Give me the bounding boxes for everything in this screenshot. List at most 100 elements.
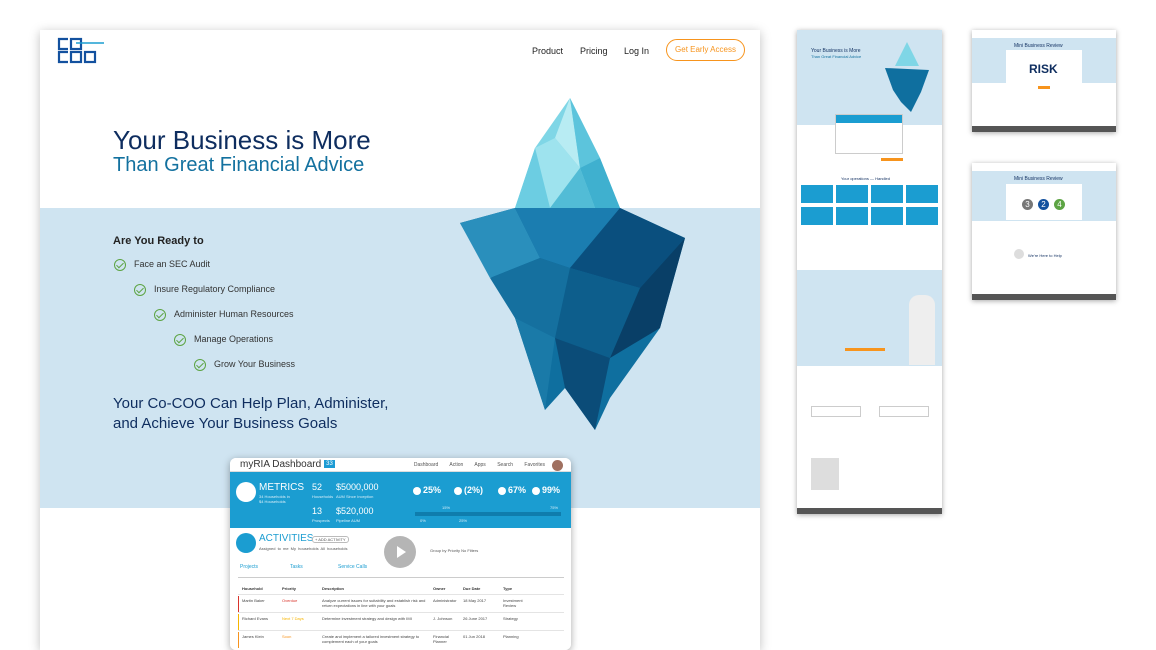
- activities-panel: ACTIVITIES + ADD ACTIVITY Assigned to me…: [230, 528, 571, 650]
- thumb-cta-2: [845, 348, 885, 351]
- thumb-subtitle: Than Great Financial Advice: [811, 54, 862, 59]
- cell-type: Investment Review: [503, 598, 523, 608]
- nav-product[interactable]: Product: [532, 46, 563, 56]
- step-label: Administer Human Resources: [174, 309, 294, 319]
- add-activity-button[interactable]: + ADD ACTIVITY: [312, 536, 349, 543]
- pct-value: 67%: [508, 485, 527, 495]
- iceberg-illustration: [460, 98, 685, 430]
- nav-pricing[interactable]: Pricing: [580, 46, 608, 56]
- thumb-cards: [801, 185, 938, 229]
- score-review-thumbnail[interactable]: Mini Business Review 3 2 4 We're Here to…: [972, 163, 1116, 300]
- pct-value: 25%: [423, 485, 442, 495]
- cell-description: Analyze current issues for suitability a…: [322, 598, 426, 608]
- alert-icon: [413, 486, 421, 495]
- thumb-card: [801, 185, 833, 203]
- thumb-card: [836, 207, 868, 225]
- step-operations: Manage Operations: [174, 332, 273, 346]
- tab-service-calls[interactable]: Service Calls: [338, 564, 367, 570]
- step-label: Grow Your Business: [214, 359, 296, 369]
- activity-filter[interactable]: Assigned to me My households All househo…: [259, 546, 348, 551]
- thumb-testimonial: [879, 406, 929, 417]
- landing-page-mockup: Product Pricing Log In Get Early Access …: [40, 30, 760, 650]
- risk-review-thumbnail[interactable]: Mini Business Review RISK: [972, 30, 1116, 132]
- thumb-card: [871, 185, 903, 203]
- step-compliance: Insure Regulatory Compliance: [134, 282, 275, 296]
- bar-pct-2: 75%: [550, 505, 559, 510]
- step-sec-audit: Face an SEC Audit: [114, 257, 210, 271]
- metrics-subtitle: 34 Households in $4 Households: [259, 494, 290, 504]
- thumb-review-title: Mini Business Review: [1014, 43, 1063, 49]
- metrics-title: METRICS: [259, 482, 304, 493]
- notification-badge: 33: [324, 460, 335, 469]
- thumb-dashboard-header: [836, 115, 902, 123]
- metrics-icon: [236, 482, 256, 502]
- dashboard-topbar: myRIA Dashboard 33 Dashboard Action Apps …: [230, 458, 571, 472]
- check-icon: [532, 486, 540, 495]
- cell-household: Martin Baker: [242, 598, 265, 603]
- activity-tabs: Projects Tasks Service Calls: [238, 564, 564, 578]
- table-row[interactable]: Richard Evans Next 7 Days Determine inve…: [238, 612, 564, 630]
- thumb-iceberg: [885, 42, 929, 112]
- activities-icon: [236, 533, 256, 553]
- thumb-dashboard: [835, 114, 903, 154]
- dashboard-preview: myRIA Dashboard 33 Dashboard Action Apps …: [230, 458, 571, 650]
- pct-3: 67%: [498, 485, 526, 495]
- cell-priority: Soon: [282, 634, 292, 639]
- thumb-card: [871, 207, 903, 225]
- priority-stripe: [238, 614, 239, 630]
- tagline-line-2: and Achieve Your Business Goals: [113, 415, 338, 432]
- tagline-line-1: Your Co-COO Can Help Plan, Administer,: [113, 395, 389, 412]
- thumb-score-2: 2: [1038, 199, 1049, 210]
- cell-household: James Klein: [242, 634, 264, 639]
- alert-icon: [454, 486, 462, 495]
- thumb-score-3: 4: [1054, 199, 1065, 210]
- thumb-advisor-photo: [1014, 249, 1024, 259]
- cell-type: Strategy: [503, 616, 518, 621]
- table-row[interactable]: Martin Baker Overdue Analyze current iss…: [238, 594, 564, 612]
- thumb-testimonial: [811, 406, 861, 417]
- cell-description: Create and implement a tailored investme…: [322, 634, 420, 644]
- thumb-ops-heading: Your operations — Handled: [841, 176, 890, 181]
- activities-title: ACTIVITIES: [259, 533, 314, 544]
- cell-due: 18 May 2017: [463, 598, 487, 603]
- thumb-card: [836, 185, 868, 203]
- dashboard-nav-links[interactable]: Dashboard Action Apps Search Favorites: [414, 458, 545, 472]
- check-icon: [498, 486, 506, 495]
- cell-owner: J. Johnson: [433, 616, 453, 621]
- cell-due: 01 Jun 2018: [463, 634, 486, 639]
- bar-pct-3: 0%: [420, 518, 426, 523]
- thumb-review-title: Mini Business Review: [1014, 176, 1063, 182]
- table-row[interactable]: James Klein Soon Create and implement a …: [238, 630, 564, 648]
- cell-owner: Financial Planner: [433, 634, 450, 644]
- tagline: Your Co-COO Can Help Plan, Administer, a…: [113, 394, 433, 434]
- bar-pct-4: 25%: [459, 518, 468, 523]
- landing-full-thumbnail[interactable]: Your Business is More Than Great Financi…: [797, 30, 942, 514]
- activity-filter-2[interactable]: Group by Priority No Filters: [430, 548, 478, 553]
- thumb-card: [906, 207, 938, 225]
- cell-type: Planning: [503, 634, 519, 639]
- pct-value: (2%): [464, 485, 484, 495]
- col-owner: Owner: [433, 586, 446, 591]
- tab-tasks[interactable]: Tasks: [290, 564, 303, 570]
- avatar[interactable]: [552, 460, 563, 471]
- priority-stripe: [238, 632, 239, 648]
- col-household: Household: [242, 586, 263, 591]
- bar-pct-1: 15%: [442, 505, 451, 510]
- col-description: Description: [322, 586, 345, 591]
- thumb-person-photo: [909, 295, 935, 365]
- cell-household: Richard Evans: [242, 616, 269, 621]
- co-coo-logo[interactable]: [56, 36, 104, 64]
- tab-projects[interactable]: Projects: [240, 564, 258, 570]
- step-label: Manage Operations: [194, 334, 274, 344]
- pipeline-label: Pipeline AUM: [336, 518, 361, 523]
- nav-login[interactable]: Log In: [624, 46, 649, 56]
- check-icon: [174, 333, 186, 346]
- step-label: Insure Regulatory Compliance: [154, 284, 276, 294]
- prospects-label: Prospects: [312, 518, 330, 523]
- households-count: 52: [312, 482, 323, 492]
- cell-owner: Administrator: [433, 598, 457, 603]
- get-early-access-button[interactable]: Get Early Access: [666, 39, 745, 61]
- pct-1: 25%: [413, 485, 441, 495]
- priority-stripe: [238, 596, 239, 612]
- cell-priority: Next 7 Days: [282, 616, 304, 621]
